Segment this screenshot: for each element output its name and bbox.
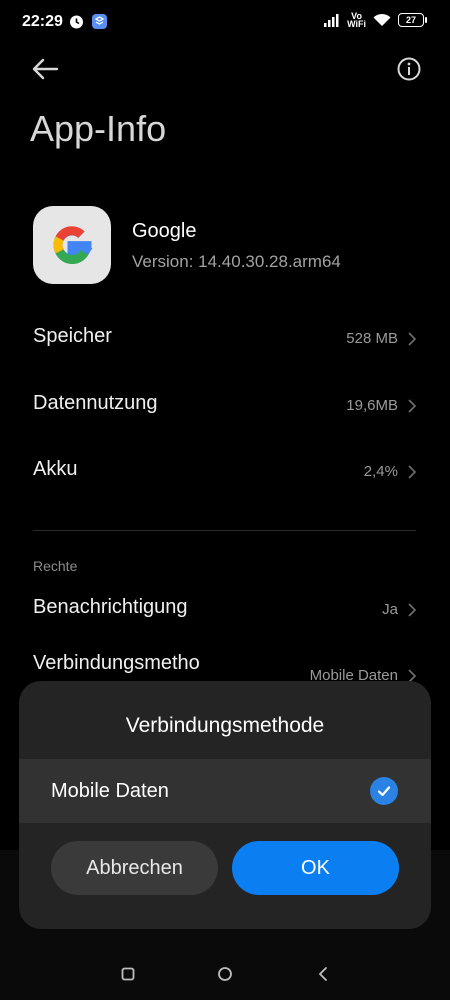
google-logo-icon (53, 226, 93, 265)
status-right-icons: Vo WiFi 27 (324, 11, 427, 29)
row-battery[interactable]: Akku 2,4% (0, 444, 450, 500)
status-left-icons (68, 13, 108, 30)
chevron-right-icon (408, 399, 417, 413)
arrow-left-icon (32, 58, 59, 80)
home-button[interactable] (213, 962, 237, 986)
cancel-button[interactable]: Abbrechen (51, 841, 218, 895)
app-version: Version: 14.40.30.28.arm64 (132, 252, 341, 271)
section-label-rights: Rechte (33, 558, 78, 574)
row-label: Datennutzung (33, 392, 158, 414)
circle-icon (218, 967, 232, 981)
dialog-title: Verbindungsmethode (125, 714, 325, 737)
wifi-icon (373, 13, 391, 26)
vowifi-indicator: Vo WiFi (347, 11, 366, 29)
row-label: Akku (33, 458, 78, 480)
app-name: Google (132, 220, 197, 242)
chevron-right-icon (408, 465, 417, 479)
connection-method-dialog: Verbindungsmethode Mobile Daten Abbreche… (19, 681, 431, 929)
chevron-right-icon (408, 332, 417, 346)
chevron-left-icon (318, 967, 327, 981)
battery-indicator: 27 (398, 13, 427, 27)
row-storage[interactable]: Speicher 528 MB (0, 311, 450, 367)
app-details-button[interactable] (396, 56, 422, 82)
app-notification-icon (92, 14, 107, 29)
navigation-bar (0, 950, 450, 1000)
back-nav-button[interactable] (311, 962, 335, 986)
divider (33, 530, 416, 531)
row-value: 19,6MB (346, 397, 398, 414)
square-icon (121, 967, 135, 981)
row-value: 528 MB (346, 330, 398, 347)
row-value: Ja (382, 601, 398, 618)
row-notifications[interactable]: Benachrichtigung Ja (0, 582, 450, 638)
option-label: Mobile Daten (51, 780, 169, 802)
info-icon (397, 57, 421, 81)
back-button[interactable] (30, 56, 60, 82)
signal-icon (324, 13, 339, 27)
app-icon (33, 206, 111, 284)
chevron-right-icon (408, 603, 417, 617)
top-bar (0, 50, 450, 90)
row-value: 2,4% (363, 463, 398, 480)
ok-button[interactable]: OK (232, 841, 399, 895)
row-label: Speicher (33, 325, 112, 347)
status-time: 22:29 (22, 13, 63, 30)
recents-button[interactable] (116, 962, 140, 986)
alarm-icon (70, 15, 83, 29)
row-label: Benachrichtigung (33, 596, 188, 618)
checkmark-icon (370, 777, 398, 805)
row-data-usage[interactable]: Datennutzung 19,6MB (0, 378, 450, 434)
page-title: App-Info (30, 108, 167, 149)
status-bar: 22:29 Vo WiFi 27 (0, 0, 450, 44)
option-mobile-data[interactable]: Mobile Daten (19, 759, 431, 823)
row-label: Verbindungsmetho (33, 652, 200, 674)
